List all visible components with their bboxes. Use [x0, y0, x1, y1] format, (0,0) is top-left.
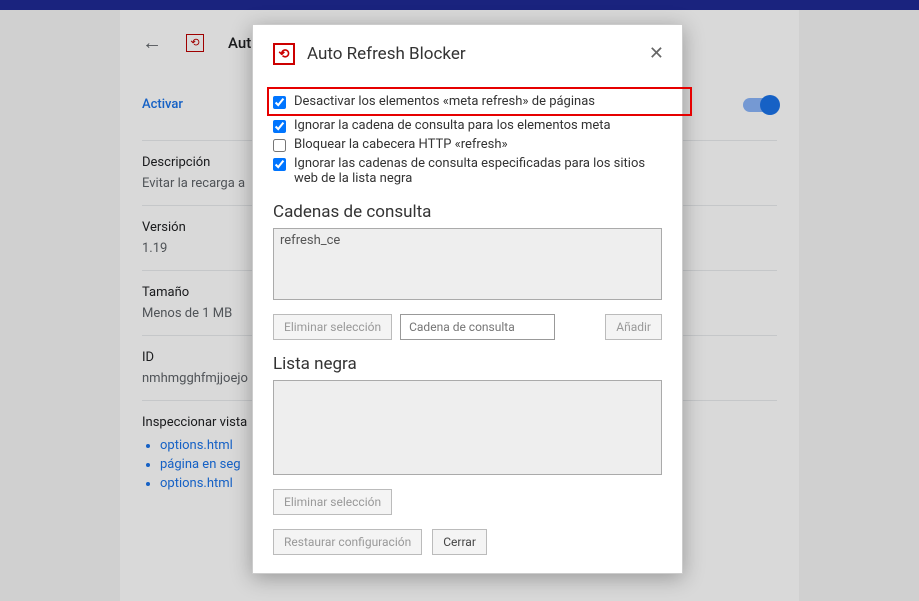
checkbox-ignore-blacklist-query[interactable] [273, 158, 286, 171]
delete-selection-blacklist-button[interactable]: Eliminar selección [273, 489, 392, 515]
highlighted-option: Desactivar los elementos «meta refresh» … [267, 87, 692, 116]
option-label: Desactivar los elementos «meta refresh» … [294, 94, 595, 109]
query-strings-heading: Cadenas de consulta [273, 202, 662, 222]
close-button[interactable]: Cerrar [432, 529, 487, 555]
modal-extension-icon: ⟲ [273, 43, 295, 65]
query-strings-listbox[interactable] [273, 228, 662, 300]
option-ignore-blacklist-query[interactable]: Ignorar las cadenas de consulta especifi… [273, 154, 662, 188]
query-string-input[interactable] [400, 314, 555, 340]
close-icon[interactable]: ✕ [649, 43, 664, 64]
modal-title: Auto Refresh Blocker [307, 44, 466, 64]
option-disable-meta-refresh[interactable]: Desactivar los elementos «meta refresh» … [273, 92, 686, 111]
option-ignore-query-meta[interactable]: Ignorar la cadena de consulta para los e… [273, 116, 662, 135]
checkbox-block-http-refresh[interactable] [273, 139, 286, 152]
restore-config-button[interactable]: Restaurar configuración [273, 529, 422, 555]
option-block-http-refresh[interactable]: Bloquear la cabecera HTTP «refresh» [273, 135, 662, 154]
add-button[interactable]: Añadir [605, 314, 662, 340]
option-label: Ignorar la cadena de consulta para los e… [294, 118, 611, 133]
delete-selection-button[interactable]: Eliminar selección [273, 314, 392, 340]
blacklist-heading: Lista negra [273, 354, 662, 374]
blacklist-listbox[interactable] [273, 380, 662, 475]
browser-top-bar [0, 0, 919, 10]
checkbox-disable-meta-refresh[interactable] [273, 96, 286, 109]
option-label: Ignorar las cadenas de consulta especifi… [294, 156, 662, 186]
options-modal: ⟲ Auto Refresh Blocker ✕ Desactivar los … [252, 24, 683, 574]
option-label: Bloquear la cabecera HTTP «refresh» [294, 137, 508, 152]
checkbox-ignore-query-meta[interactable] [273, 120, 286, 133]
